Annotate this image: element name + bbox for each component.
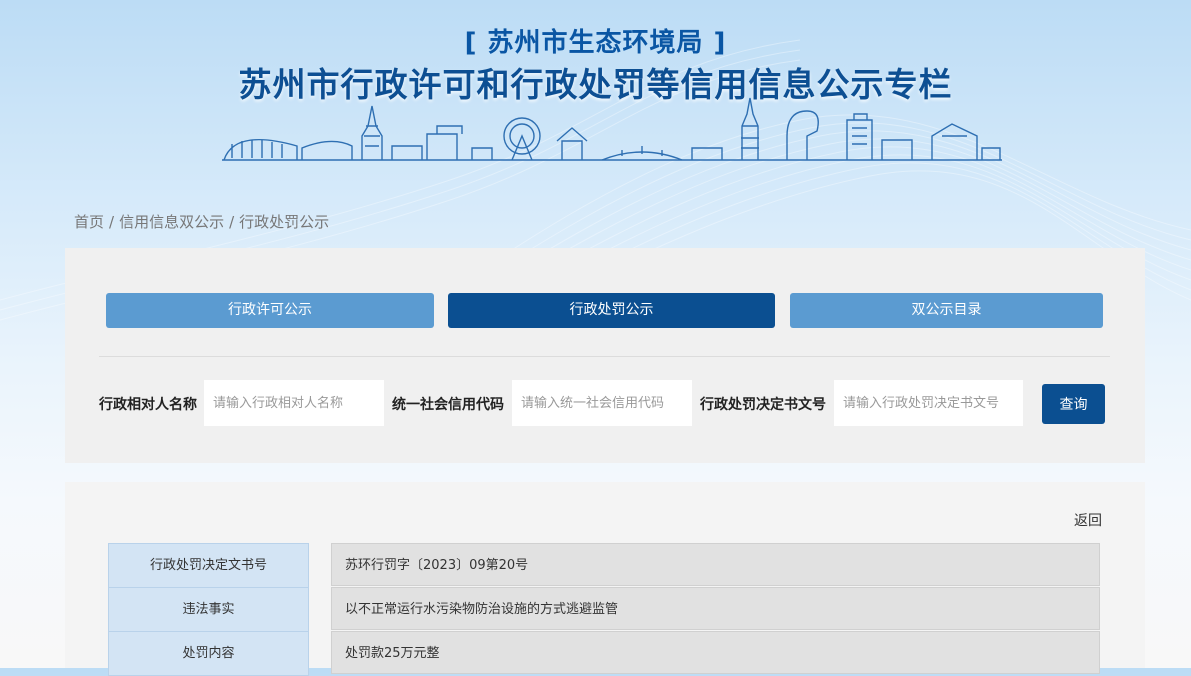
tab-dual-catalog[interactable]: 双公示目录 [790,293,1103,328]
breadcrumb-separator: / [229,213,235,231]
row-value: 苏环行罚字〔2023〕09第20号 [331,543,1100,586]
counterparty-name-label: 行政相对人名称 [99,397,197,413]
breadcrumb-home[interactable]: 首页 [74,213,104,231]
counterparty-name-input[interactable] [204,380,384,426]
breadcrumb: 首页 / 信用信息双公示 / 行政处罚公示 [74,211,329,232]
row-label: 违法事实 [108,587,309,632]
header-subtitle: [ 苏州市生态环境局 ] [464,28,727,58]
row-label: 处罚内容 [108,631,309,676]
row-value: 以不正常运行水污染物防治设施的方式逃避监管 [331,587,1100,630]
decision-number-label: 行政处罚决定书文号 [700,397,826,413]
table-row: 违法事实 以不正常运行水污染物防治设施的方式逃避监管 [108,587,1101,632]
tab-admin-permit[interactable]: 行政许可公示 [106,293,434,328]
city-skyline-illustration [222,97,1002,161]
row-label: 行政处罚决定文书号 [108,543,309,588]
query-button[interactable]: 查询 [1042,384,1105,424]
divider [99,356,1110,357]
credit-code-label: 统一社会信用代码 [392,397,504,413]
tab-admin-penalty[interactable]: 行政处罚公示 [448,293,775,328]
breadcrumb-credit-info[interactable]: 信用信息双公示 [119,213,224,231]
detail-panel: 返回 行政处罚决定文书号 苏环行罚字〔2023〕09第20号 违法事实 以不正常… [65,482,1145,676]
back-link[interactable]: 返回 [1074,510,1102,530]
breadcrumb-current[interactable]: 行政处罚公示 [239,213,329,231]
search-panel: 行政许可公示 行政处罚公示 双公示目录 行政相对人名称 统一社会信用代码 行政处… [65,248,1145,463]
decision-number-input[interactable] [834,380,1023,426]
credit-code-input[interactable] [512,380,692,426]
table-row: 处罚内容 处罚款25万元整 [108,631,1101,676]
breadcrumb-separator: / [109,213,115,231]
table-row: 行政处罚决定文书号 苏环行罚字〔2023〕09第20号 [108,543,1101,588]
